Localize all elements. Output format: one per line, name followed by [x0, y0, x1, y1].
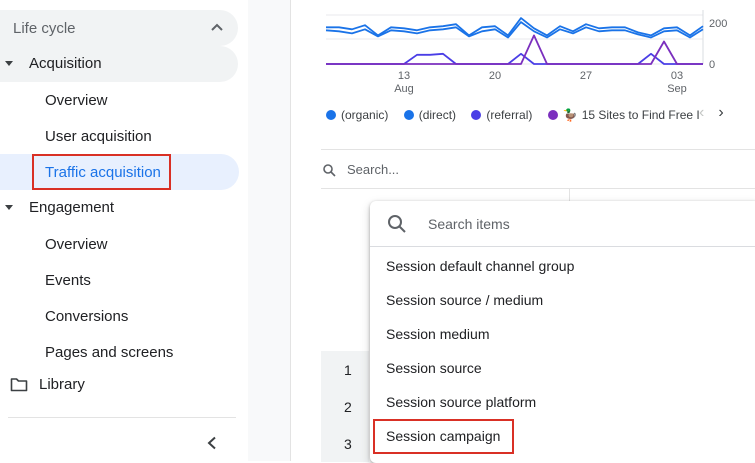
- dropdown-item-medium[interactable]: Session medium: [386, 326, 490, 342]
- sidebar-group-label: Engagement: [29, 199, 115, 216]
- table-divider: [321, 188, 755, 189]
- legend-item-organic[interactable]: (organic): [326, 108, 388, 122]
- sidebar-item-user-acquisition[interactable]: User acquisition: [45, 128, 152, 145]
- legend-dot: [547, 110, 558, 120]
- x-tick-label: 20: [489, 70, 501, 82]
- duck-icon: 🦆: [562, 108, 578, 122]
- sidebar-item-library[interactable]: Library: [39, 376, 85, 393]
- legend-dot: [403, 110, 414, 120]
- caret-down-icon: [5, 205, 13, 210]
- dropdown-item-source-medium[interactable]: Session source / medium: [386, 292, 543, 308]
- caret-down-icon: [5, 61, 13, 66]
- legend-item-referral[interactable]: (referral): [471, 108, 532, 122]
- legend-dot: [471, 110, 482, 120]
- legend-nav: ‹ ›: [699, 104, 724, 122]
- sidebar-gutter: [248, 0, 291, 461]
- x-tick-label: 27: [580, 70, 592, 82]
- sidebar-divider: [8, 417, 236, 418]
- y-tick-label: 200: [709, 18, 727, 30]
- dropdown-item-source[interactable]: Session source: [386, 360, 482, 376]
- sidebar-group-acquisition[interactable]: Acquisition: [0, 46, 238, 82]
- table-divider: [321, 149, 755, 150]
- chevron-left-icon[interactable]: [206, 436, 218, 450]
- chart-legend: (organic) (direct) (referral) 🦆 15 Sites …: [326, 108, 712, 122]
- dropdown-item-source-platform[interactable]: Session source platform: [386, 394, 536, 410]
- table-row-number: 1: [321, 351, 369, 388]
- x-tick-label: 03: [671, 70, 683, 82]
- lifecycle-section-title: Life cycle: [13, 20, 76, 37]
- legend-prev-icon[interactable]: ‹: [699, 104, 704, 121]
- sidebar-item-pages-and-screens[interactable]: Pages and screens: [45, 344, 173, 361]
- legend-dot: [326, 110, 336, 120]
- sidebar-group-label: Acquisition: [29, 55, 102, 72]
- sidebar-item-events[interactable]: Events: [45, 272, 91, 289]
- dropdown-search-placeholder: Search items: [428, 216, 510, 232]
- sidebar-item-engagement-overview[interactable]: Overview: [45, 236, 108, 253]
- folder-icon: [10, 378, 28, 392]
- search-placeholder: Search...: [347, 162, 400, 177]
- sidebar-item-conversions[interactable]: Conversions: [45, 308, 128, 325]
- y-tick-label: 0: [709, 59, 715, 71]
- dropdown-search[interactable]: Search items: [370, 201, 755, 247]
- table-row-number: 2: [321, 388, 369, 425]
- dimension-dropdown: Search items Session default channel gro…: [370, 201, 755, 463]
- x-tick-month-label: Sep: [667, 83, 687, 95]
- highlight-box-traffic-acquisition: [32, 154, 171, 190]
- table-search[interactable]: Search...: [321, 158, 741, 184]
- series-line-0: [326, 17, 704, 37]
- search-icon: [323, 164, 336, 177]
- chevron-up-icon[interactable]: [210, 22, 224, 32]
- x-tick-month-label: Aug: [394, 83, 414, 95]
- sidebar: Life cycle Acquisition Overview User acq…: [0, 0, 249, 461]
- legend-next-icon[interactable]: ›: [718, 104, 723, 121]
- highlight-box-session-campaign: [373, 419, 514, 454]
- series-line-2: [326, 52, 703, 65]
- x-tick-label: 13: [398, 70, 410, 82]
- legend-item-direct[interactable]: (direct): [403, 108, 456, 122]
- sidebar-item-acquisition-overview[interactable]: Overview: [45, 92, 108, 109]
- table-row-number: 3: [321, 425, 369, 462]
- legend-item-sites[interactable]: 🦆 15 Sites to Find Free I: [547, 108, 700, 122]
- search-icon: [388, 215, 406, 233]
- sidebar-group-engagement[interactable]: Engagement: [0, 190, 238, 226]
- line-chart: 200 0 13Aug 20 27 03Sep: [325, 10, 727, 95]
- lifecycle-section-header[interactable]: Life cycle: [0, 10, 238, 46]
- dropdown-item-default-channel-group[interactable]: Session default channel group: [386, 258, 574, 274]
